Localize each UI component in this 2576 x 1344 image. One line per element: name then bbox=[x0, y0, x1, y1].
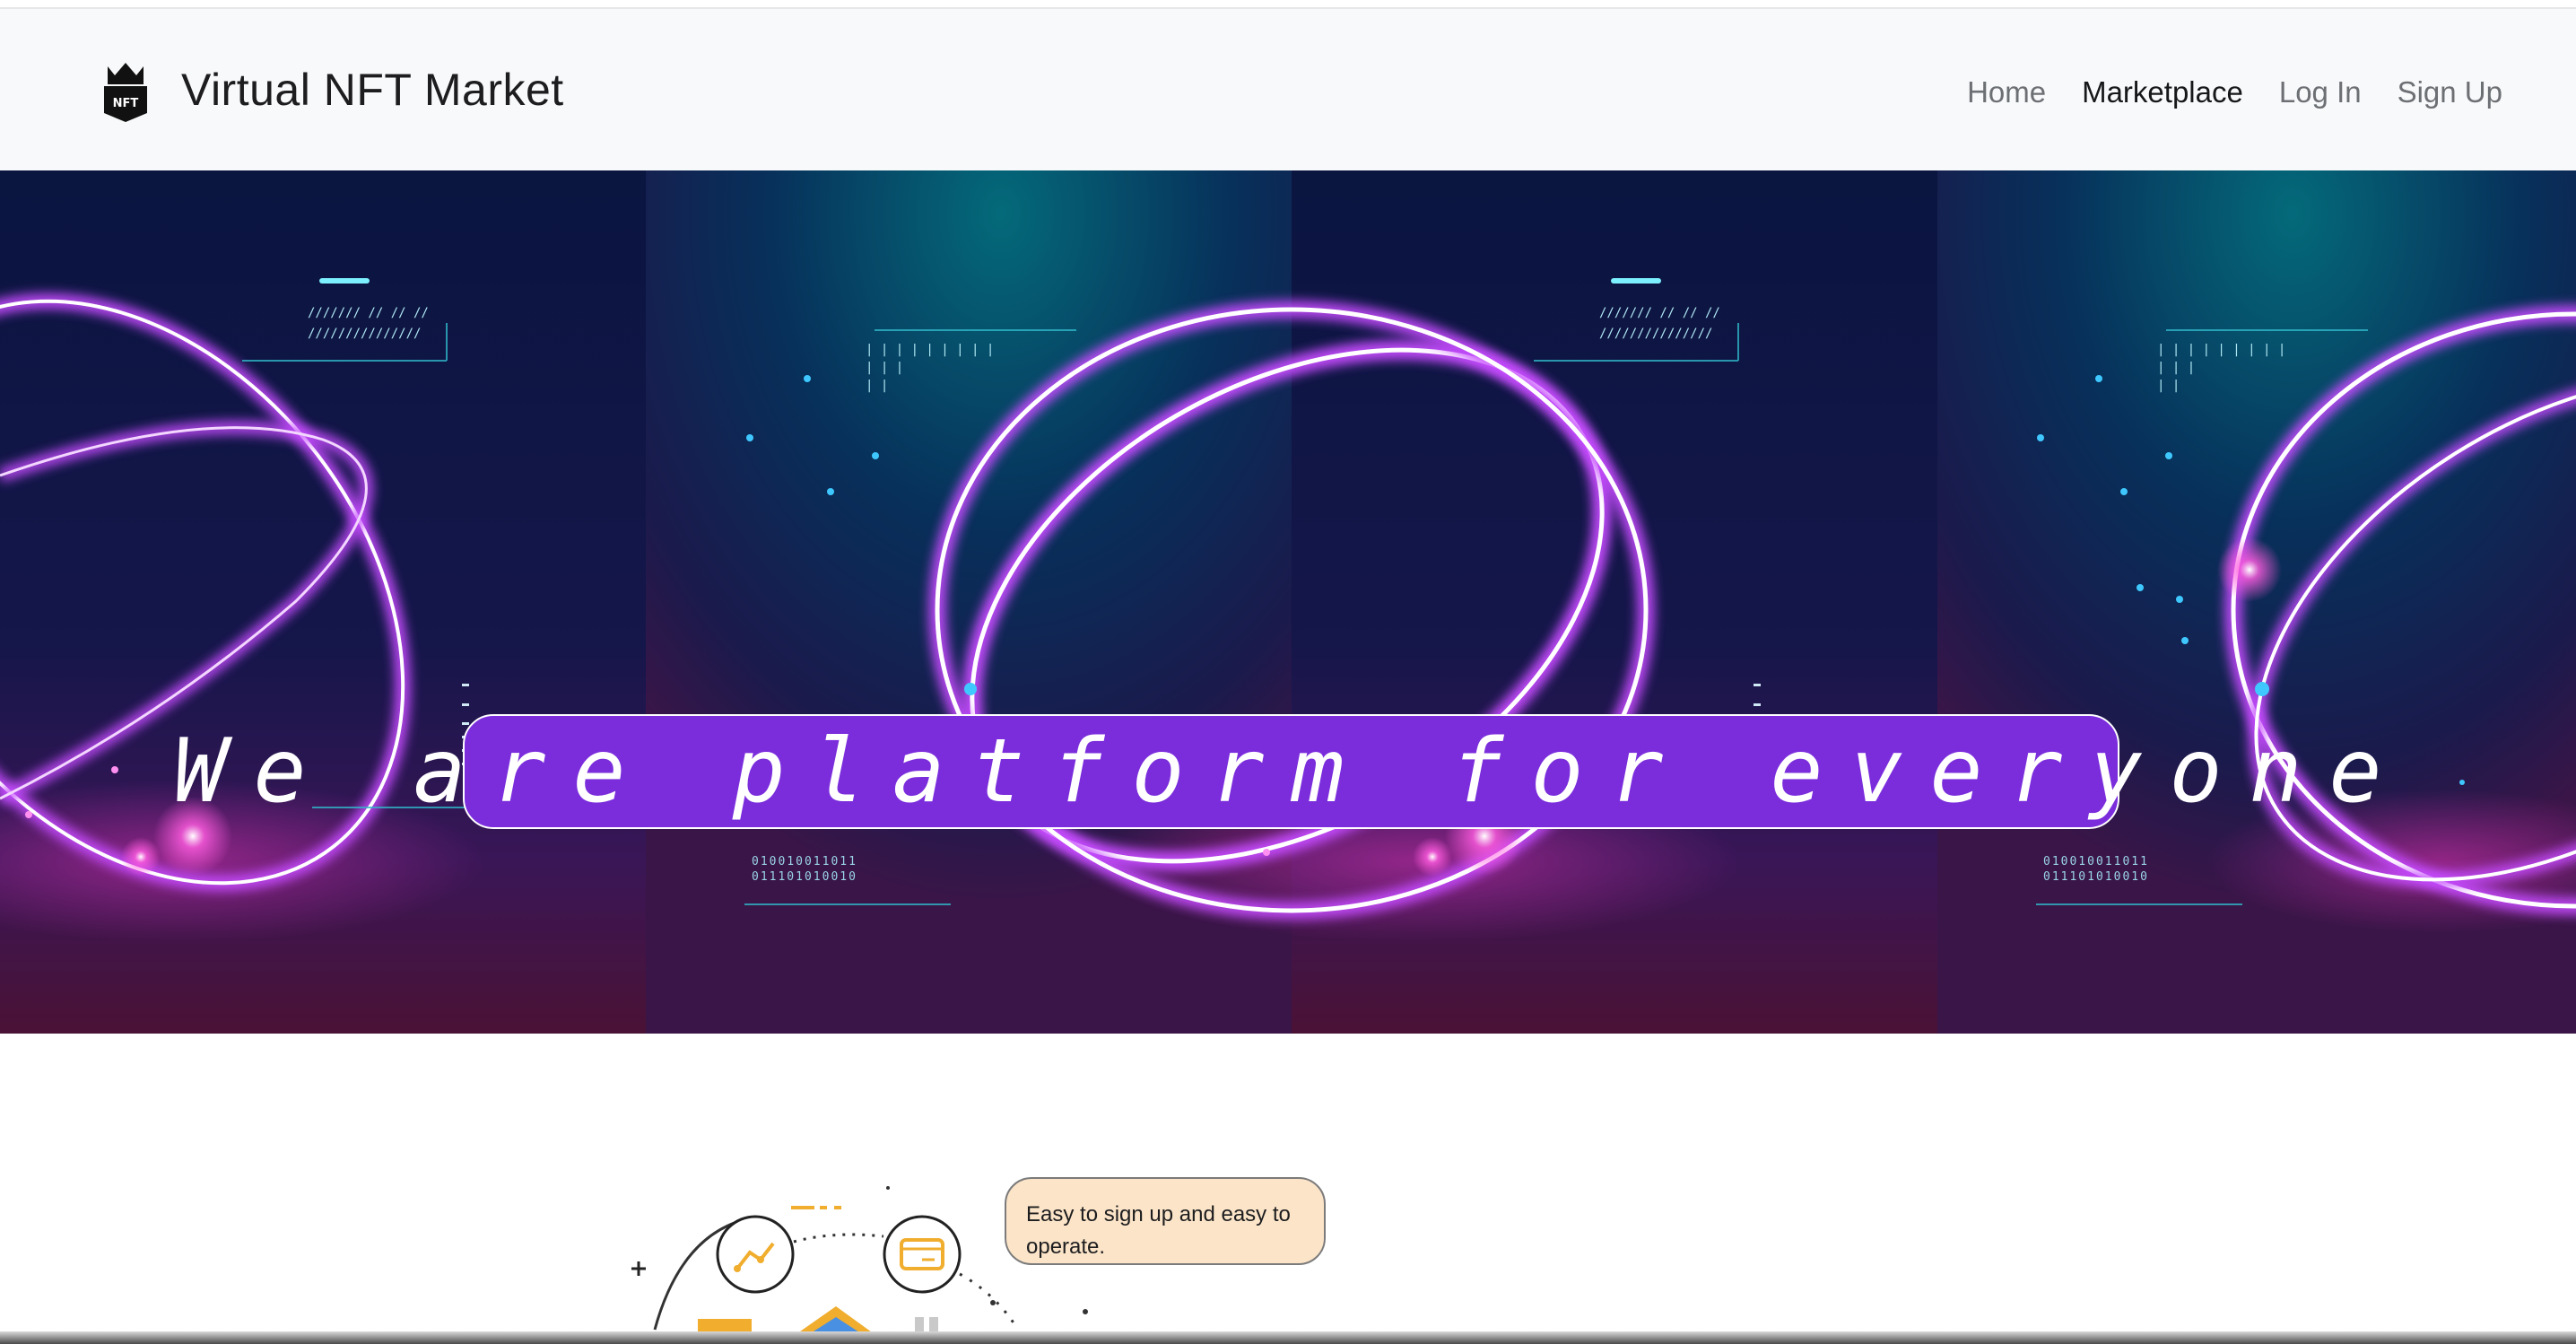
feature-bubble: Easy to sign up and easy to operate. bbox=[1005, 1177, 1326, 1265]
hud-text: | | | | | | | | | bbox=[866, 343, 994, 357]
binary-text: 010010011011 bbox=[2043, 855, 2149, 868]
hero-banner: /////// // // // /////////////// ///////… bbox=[0, 170, 2576, 1034]
hud-text: /////////////// bbox=[308, 327, 421, 341]
browser-top-edge bbox=[0, 0, 2576, 9]
growth-chart-icon bbox=[716, 1215, 795, 1294]
hud-text: /////////////// bbox=[1599, 327, 1712, 341]
brand-title: Virtual NFT Market bbox=[181, 65, 564, 115]
credit-card-icon bbox=[883, 1215, 962, 1294]
binary-text: 010010011011 bbox=[752, 855, 857, 868]
plus-icon bbox=[631, 1261, 646, 1276]
hud-text: /////// // // // bbox=[1599, 306, 1720, 320]
nav-signup[interactable]: Sign Up bbox=[2398, 75, 2502, 109]
nav-login[interactable]: Log In bbox=[2279, 75, 2362, 109]
hud-text: | | | | | | | | | bbox=[2157, 343, 2285, 357]
hero-background: /////// // // // /////////////// ///////… bbox=[0, 170, 2576, 1034]
navbar: NFT Virtual NFT Market Home Marketplace … bbox=[0, 9, 2576, 170]
hud-text: | | | bbox=[2157, 361, 2195, 375]
nav-home[interactable]: Home bbox=[1967, 75, 2046, 109]
binary-text: 011101010010 bbox=[2043, 870, 2149, 884]
hud-text: /////// // // // bbox=[308, 306, 429, 320]
window-bottom-edge bbox=[0, 1331, 2576, 1344]
hero-headline-text: We are platform for everyone bbox=[173, 720, 2409, 823]
brand-link[interactable]: NFT Virtual NFT Market bbox=[100, 54, 564, 126]
features-section: Easy to sign up and easy to operate. bbox=[0, 1034, 2576, 1344]
nft-logo-icon: NFT bbox=[104, 63, 147, 122]
logo-text: NFT bbox=[113, 97, 139, 110]
hero-headline: We are platform for everyone bbox=[173, 714, 2382, 829]
hud-text: | | bbox=[2157, 379, 2180, 393]
hud-text: | | bbox=[866, 379, 888, 393]
nav-links: Home Marketplace Log In Sign Up bbox=[1931, 75, 2502, 109]
feature-bubble-text: Easy to sign up and easy to operate. bbox=[1026, 1202, 1291, 1259]
binary-text: 011101010010 bbox=[752, 870, 857, 884]
hud-text: | | | bbox=[866, 361, 903, 375]
nav-marketplace[interactable]: Marketplace bbox=[2082, 75, 2243, 109]
